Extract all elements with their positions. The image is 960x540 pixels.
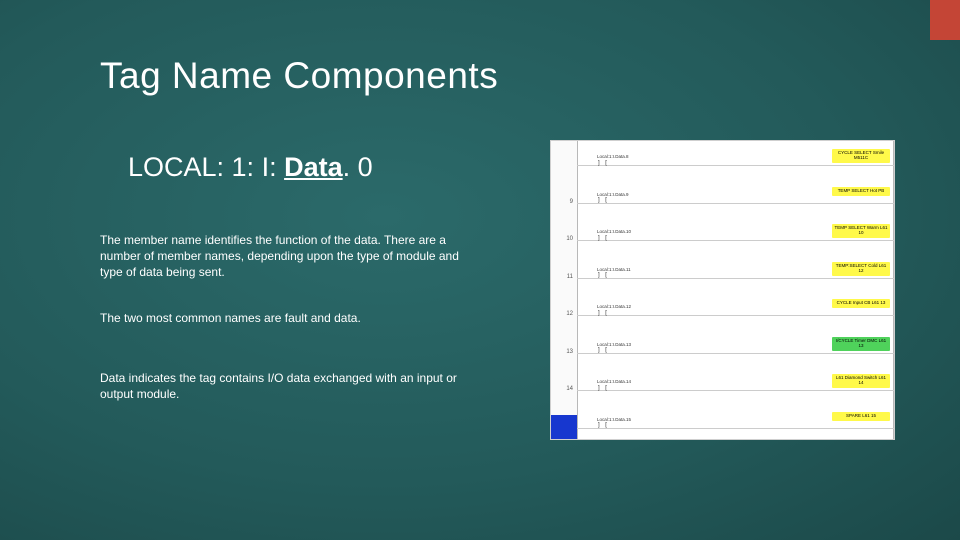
body-paragraph-3: Data indicates the tag contains I/O data…	[100, 370, 460, 402]
body-paragraph-2: The two most common names are fault and …	[100, 310, 460, 326]
ladder-rung-area: Local:1:I.Data.8] [ CYCLE SELECT Smile M5…	[577, 141, 894, 439]
rung-coil: SPARE L61 15	[832, 412, 890, 421]
rung-coil: CYCLE SELECT Smile M511C	[832, 149, 890, 163]
ladder-screenshot: 9101112131415 Local:1:I.Data.8] [CYCLE S…	[550, 140, 895, 440]
rung-number: 9	[555, 199, 573, 205]
rung-contact: Local:1:I.Data.11] [	[597, 268, 631, 280]
rung-contact: Local:1:I.Data.8] [	[597, 155, 629, 167]
tag-emphasis: Data	[284, 152, 343, 182]
rung-coil: CYCLE Input CB L61 13	[832, 299, 890, 308]
ladder-selected-row-marker	[551, 415, 577, 439]
rung-number: 11	[555, 274, 573, 280]
rung-contact: Local:1:I.Data.13] [	[597, 343, 631, 355]
slide: Tag Name Components LOCAL: 1: I: Data. 0…	[0, 0, 960, 540]
body-paragraph-1: The member name identifies the function …	[100, 232, 460, 281]
rung-contact: Local:1:I.Data.10] [	[597, 230, 631, 242]
rung-coil: I/CYCLE Timer DMC L61 13	[832, 337, 890, 351]
tag-suffix: . 0	[343, 152, 373, 182]
rung-coil: TEMP SELECT Hot PB	[832, 187, 890, 196]
rung-contact: Local:1:I.Data.14] [	[597, 380, 631, 392]
rung-number: 12	[555, 311, 573, 317]
accent-bar	[930, 0, 960, 40]
rung-contact: Local:1:I.Data.9] [	[597, 193, 629, 205]
rung-coil: TEMP SELECT Warm L61 10	[832, 224, 890, 238]
tag-prefix: LOCAL: 1: I:	[128, 152, 284, 182]
slide-title: Tag Name Components	[100, 55, 498, 97]
rung-coil: L61 Diamond Switch L61 14	[832, 374, 890, 388]
tag-example: LOCAL: 1: I: Data. 0	[128, 152, 373, 183]
ladder-right-rail	[893, 141, 894, 439]
rung-contact: Local:1:I.Data.15] [	[597, 418, 631, 430]
rung-number: 10	[555, 236, 573, 242]
rung-contact: Local:1:I.Data.12] [	[597, 305, 631, 317]
ladder-gutter: 9101112131415	[551, 141, 578, 439]
rung-number: 13	[555, 349, 573, 355]
ladder-left-rail	[577, 141, 578, 439]
rung-coil: TEMP:SELECT Cold L61 12	[832, 262, 890, 276]
rung-number: 14	[555, 386, 573, 392]
